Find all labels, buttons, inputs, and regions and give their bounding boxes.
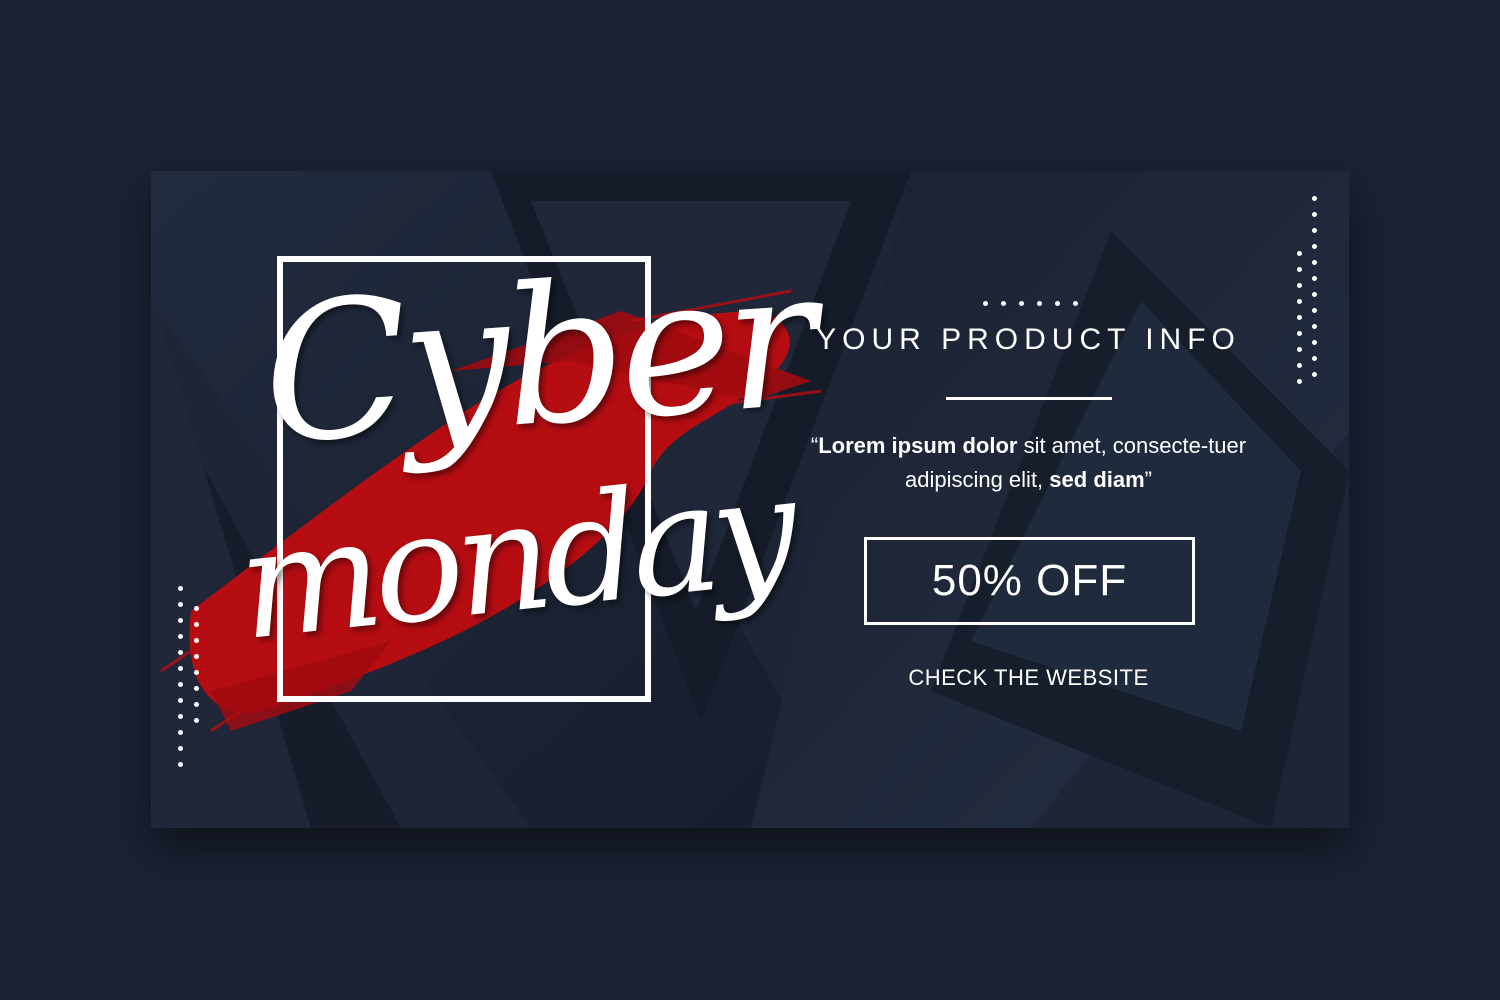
dot-column-decoration (178, 586, 183, 767)
divider (946, 397, 1112, 400)
product-description: “Lorem ipsum dolor sit amet, consecte-tu… (810, 433, 1247, 492)
promo-banner: Cyber monday YOUR PRODUCT INFO “Lorem ip… (151, 171, 1349, 828)
page: Cyber monday YOUR PRODUCT INFO “Lorem ip… (0, 0, 1500, 1000)
product-info-title: YOUR PRODUCT INFO (816, 323, 1241, 356)
check-website-link[interactable]: CHECK THE WEBSITE (851, 665, 1206, 691)
dot-column-decoration (1312, 196, 1317, 377)
discount-badge[interactable]: 50% OFF (864, 537, 1195, 625)
dot-column-decoration (194, 606, 199, 723)
dot-column-decoration (1297, 251, 1302, 384)
dot-row-decoration (983, 301, 1078, 306)
